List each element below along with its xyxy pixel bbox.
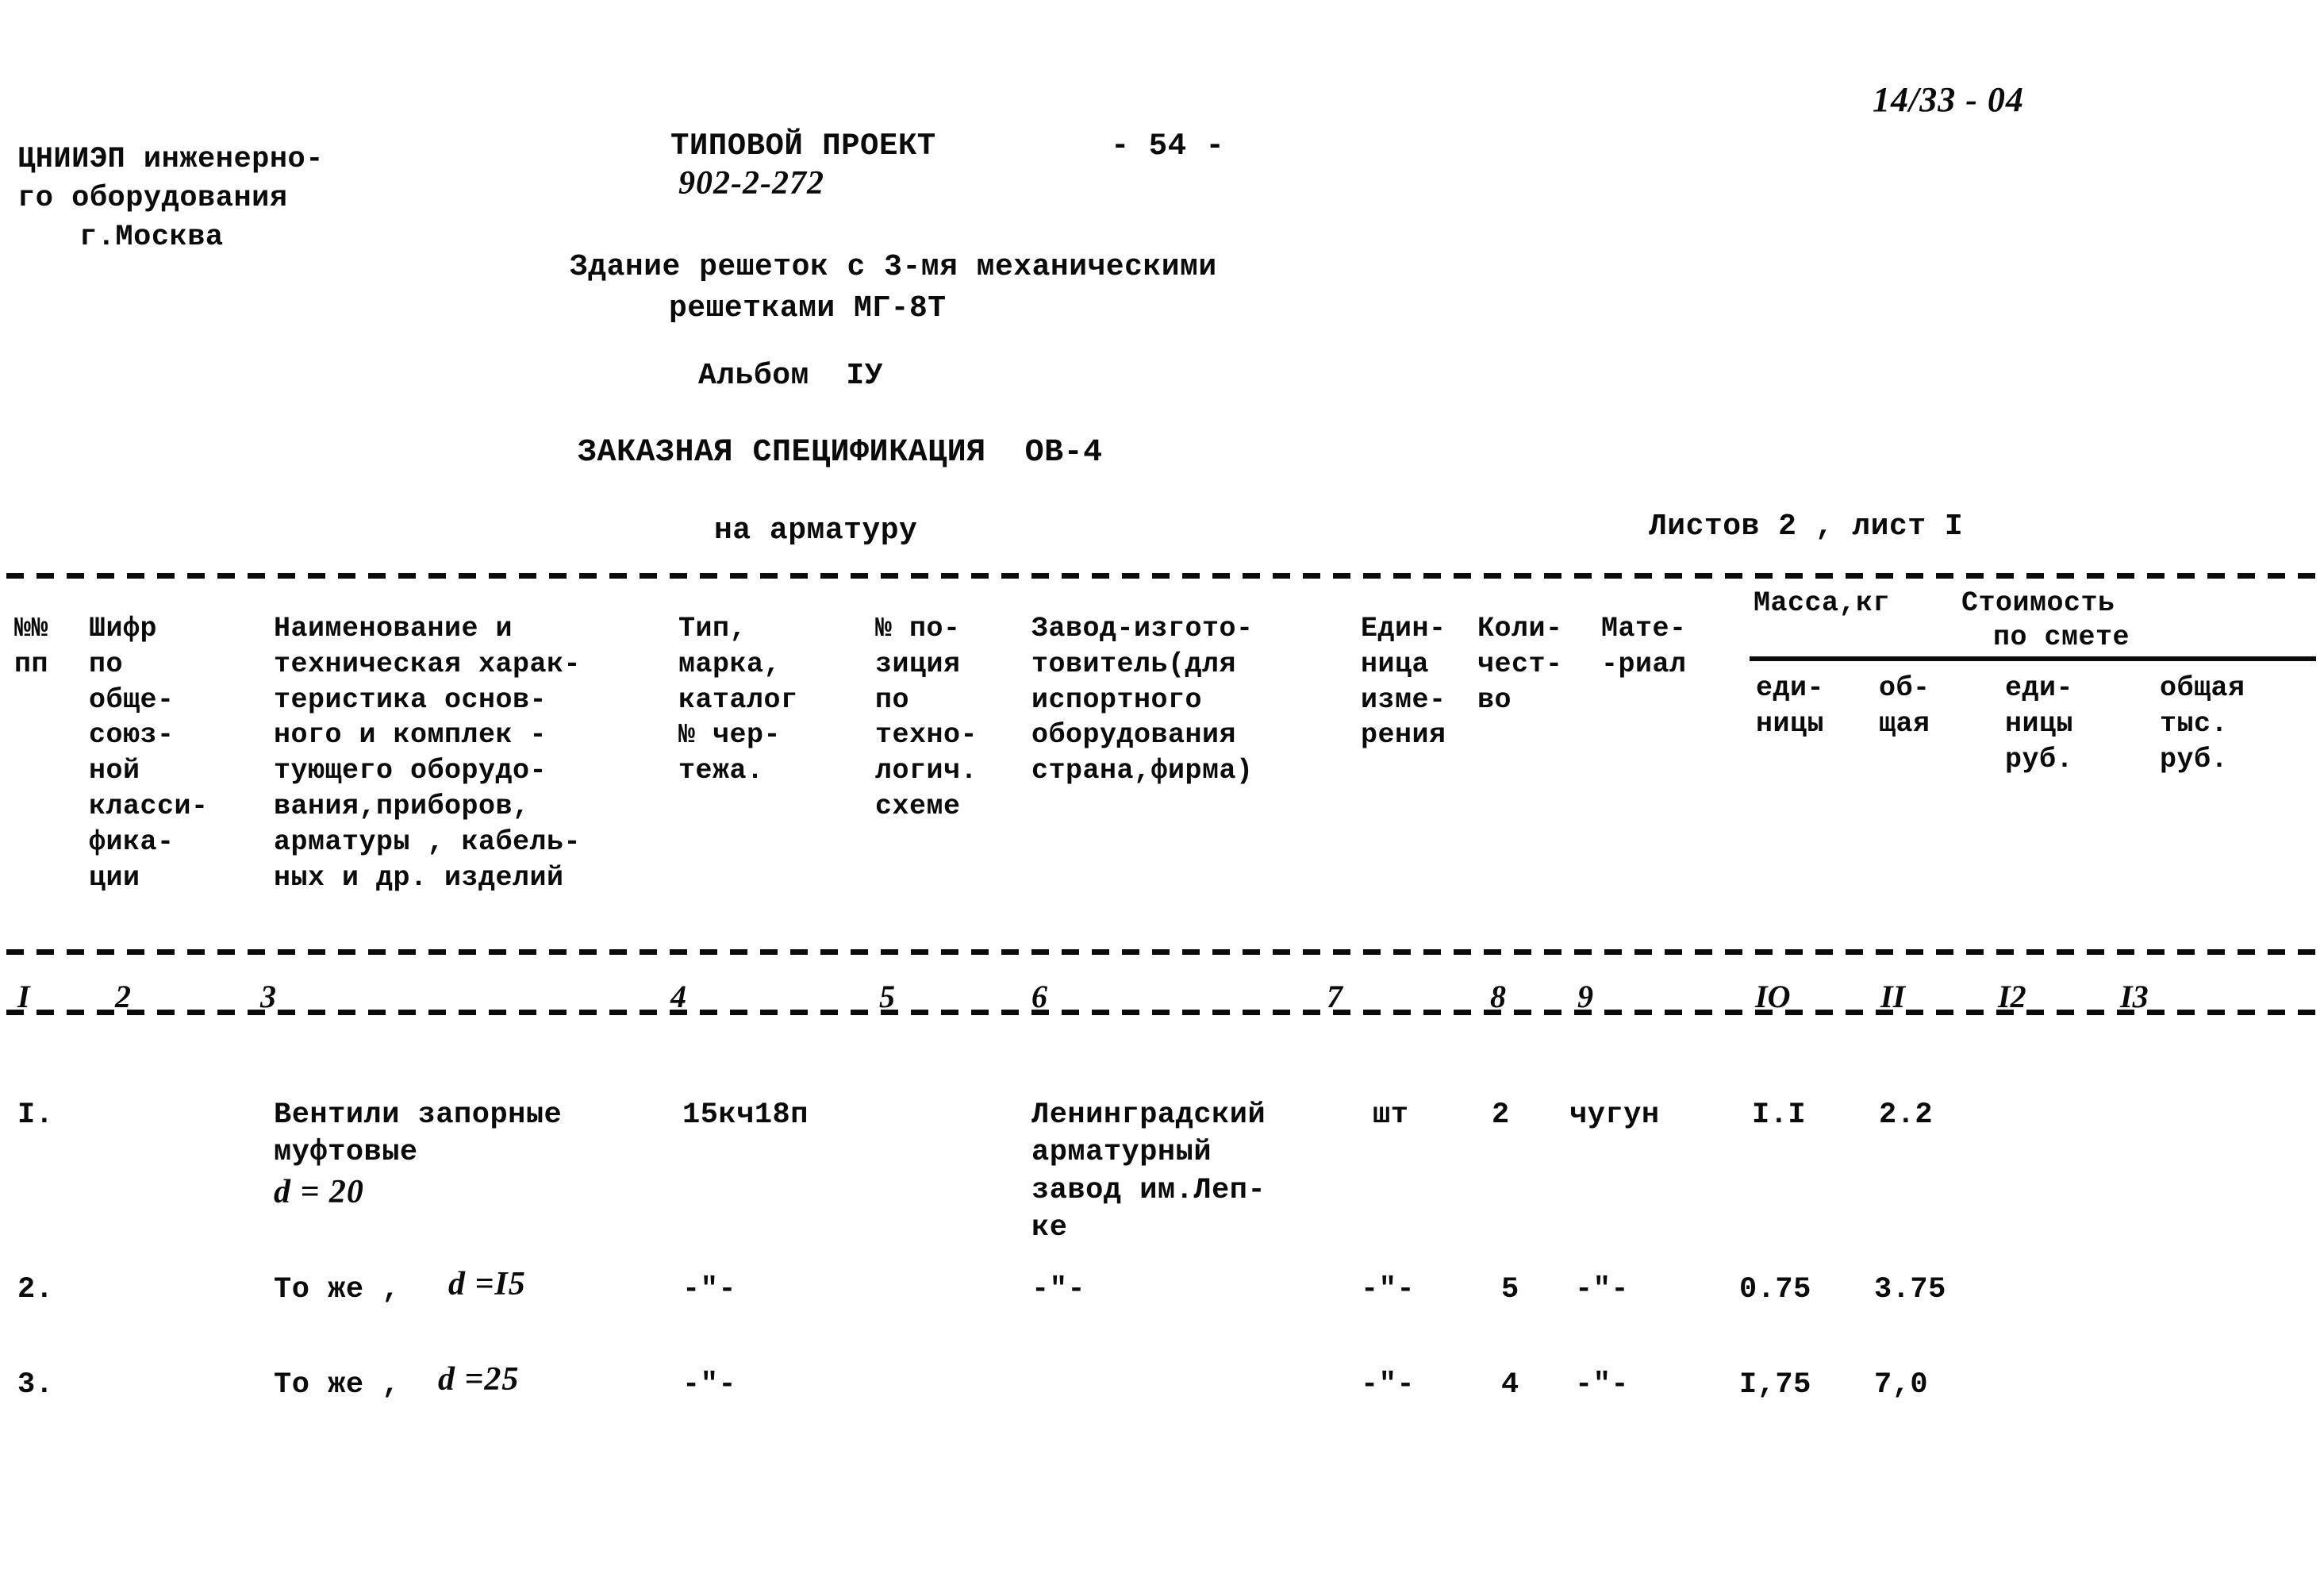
column-header-5: № по- зиция по техно- логич. схеме [875,613,978,822]
row-1-material: чугун [1569,1098,1660,1132]
column-header-8: Коли- чест- во [1477,613,1563,716]
row-2-mass-total: 3.75 [1874,1273,1946,1306]
row-1-unit: шт [1373,1098,1409,1132]
column-header-6: Завод-изгото- товитель(для испортного об… [1031,613,1254,787]
row-3-quantity: 4 [1501,1368,1519,1402]
column-header-9: Мате- -риал [1601,613,1687,680]
sheet-info: Листов 2 , лист I [1649,510,1964,544]
row-2-quantity: 5 [1501,1273,1519,1306]
document-page: 14/33 - 04 ЦНИИЭП инженерно- го оборудов… [0,0,2324,1585]
row-1-type: 15кч18п [682,1098,809,1132]
group-header-underline [1750,656,2316,661]
row-2-unit: -"- [1361,1273,1416,1306]
table-header-bottom-rule [6,949,2317,955]
row-1-diameter: d = 20 [274,1174,364,1210]
column-header-2: Шифр по обще- союз- ной класси- фика- ци… [89,613,209,894]
column-header-1: №№ пп [14,613,49,680]
group-header-cost-line-2: по смете [1993,621,2130,653]
column-header-7: Един- ница изме- рения [1361,613,1446,752]
group-header-cost-line-1: Стоимость [1961,587,2115,619]
album-label: Альбом IУ [698,359,884,393]
row-1-mass-total: 2.2 [1879,1098,1934,1132]
row-2-type: -"- [682,1273,737,1306]
table-top-rule [6,573,2317,579]
organization-line-2: го оборудования [17,182,288,215]
row-2-material: -"- [1575,1273,1630,1306]
column-header-10: еди- ницы [1756,672,1825,740]
row-2-mass-unit: 0.75 [1739,1273,1811,1306]
column-header-11: об- щая [1879,672,1930,740]
specification-subject: на арматуру [714,514,918,548]
row-3-number: 3. [17,1368,54,1402]
specification-title: ЗАКАЗНАЯ СПЕЦИФИКАЦИЯ ОВ-4 [578,435,1103,471]
row-2-manufacturer: -"- [1031,1273,1086,1306]
column-header-3: Наименование и техническая харак- терист… [274,613,582,894]
row-3-mass-unit: I,75 [1739,1368,1811,1402]
column-header-13: общая тыс. руб. [2160,672,2245,775]
object-line-1: Здание решеток с 3-мя механическими [570,250,1217,284]
row-2-number: 2. [17,1273,54,1306]
organization-line-3: г.Москва [79,221,224,254]
project-label: ТИПОВОЙ ПРОЕКТ [670,129,936,164]
organization-line-1: ЦНИИЭП инженерно- [17,143,324,176]
column-header-4: Тип, марка, каталог № чер- тежа. [678,613,798,787]
object-line-2: решетками МГ-8Т [669,291,947,325]
row-1-manufacturer: Ленинградский арматурный завод им.Леп- к… [1031,1098,1266,1245]
row-2-name: То же , [274,1273,400,1306]
column-header-12: еди- ницы руб. [2005,672,2074,775]
handwritten-archive-code: 14/33 - 04 [1873,80,2024,119]
row-1-quantity: 2 [1492,1098,1510,1132]
row-3-material: -"- [1575,1368,1630,1402]
row-1-name: Вентили запорные муфтовые [274,1098,563,1170]
row-1-mass-unit: I.I [1752,1098,1807,1132]
row-3-mass-total: 7,0 [1874,1368,1929,1402]
row-3-name: То же , [274,1368,400,1402]
numbered-row-rule [6,1010,2317,1015]
page-number: - 54 - [1111,129,1225,164]
row-1-number: I. [17,1098,54,1132]
row-3-type: -"- [682,1368,737,1402]
row-3-unit: -"- [1361,1368,1416,1402]
project-number: 902-2-272 [678,165,824,202]
group-header-mass: Масса,кг [1754,587,1891,619]
row-2-diameter: d =I5 [448,1266,526,1302]
row-3-diameter: d =25 [438,1361,520,1398]
